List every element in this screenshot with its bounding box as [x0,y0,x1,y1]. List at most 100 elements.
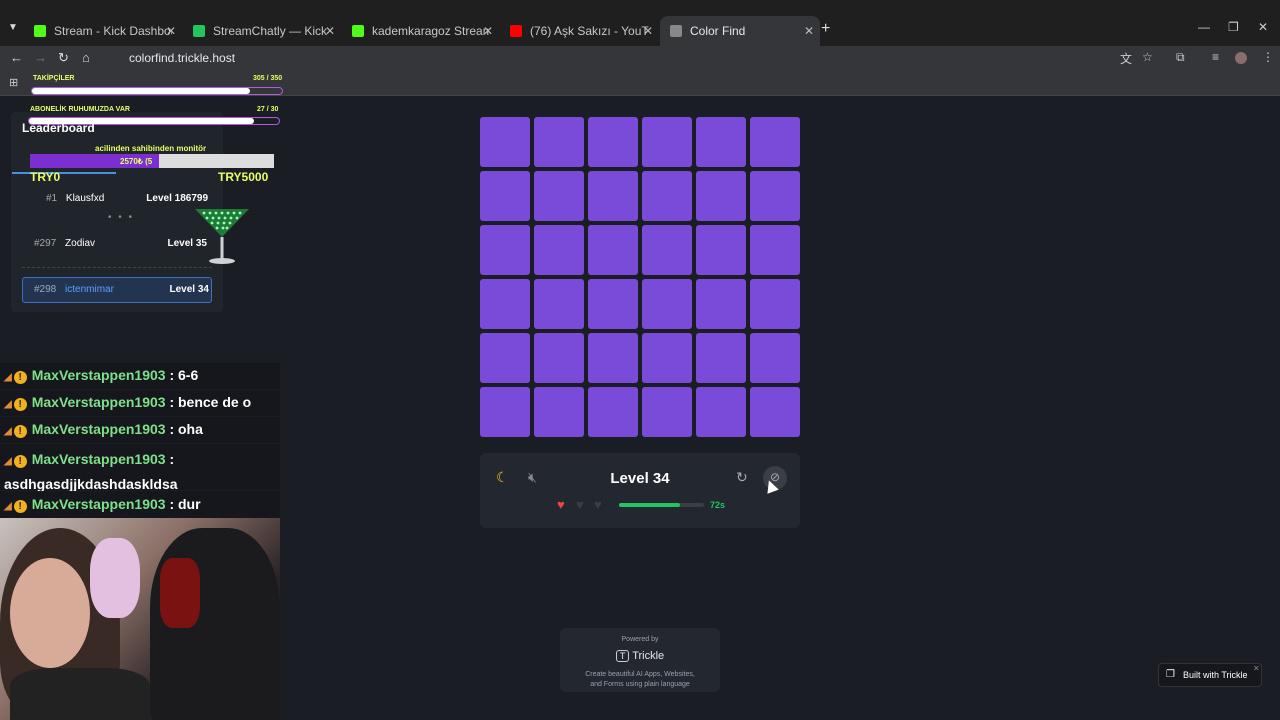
color-tile[interactable] [696,171,746,221]
browser-tab-bar: ▼ Stream - Kick Dashboard✕StreamChatly —… [0,0,1280,46]
color-tile[interactable] [534,387,584,437]
browser-tab[interactable]: Color Find ✕ [660,16,820,46]
donation-min: TRY0 [30,170,61,184]
translate-icon[interactable]: 文 [1120,50,1132,67]
tab-search-icon[interactable]: ▼ [8,22,18,33]
color-tile[interactable] [480,117,530,167]
rank: #298 [34,284,57,295]
color-tile[interactable] [750,333,800,383]
chair-accent [160,558,200,628]
color-tile[interactable] [588,279,638,329]
color-tile[interactable] [588,333,638,383]
player-level: Level 186799 [146,193,208,204]
color-tile[interactable] [642,387,692,437]
color-tile[interactable] [534,171,584,221]
color-tile[interactable] [588,171,638,221]
browser-tab[interactable]: Stream - Kick Dashboard✕ [24,16,182,46]
color-tile[interactable] [588,387,638,437]
time-progress-bar [619,503,704,507]
player-level: Level 34 [169,284,209,295]
rank: #1 [46,193,58,204]
maximize-button[interactable]: ❐ [1228,20,1239,34]
forward-icon[interactable]: → [34,50,47,65]
built-with-trickle-badge[interactable]: ❐ Built with Trickle [1158,663,1262,687]
tab-close-icon[interactable]: ✕ [804,24,814,38]
chat-text: : dur [165,496,201,512]
color-tile[interactable] [588,117,638,167]
new-tab-button[interactable]: + [821,20,830,38]
signal-icon: ◢ [4,372,12,383]
browser-tab[interactable]: StreamChatly — Kick Yayıncıları✕ [183,16,341,46]
chat-message: ◢! MaxVerstappen1903 : bence de o [0,390,280,416]
followers-label: TAKİPÇİLER [33,75,75,82]
warning-badge-icon: ! [13,398,27,411]
media-icon[interactable]: ≡ [1212,50,1219,64]
color-tile[interactable] [480,279,530,329]
color-tile[interactable] [642,279,692,329]
profile-avatar[interactable] [1235,52,1247,64]
color-tile[interactable] [480,171,530,221]
color-tile[interactable] [696,225,746,275]
subs-label: ABONELİK RUHUMUZDA VAR [30,106,130,113]
tab-title: kademkaragoz Stream - Watch [372,24,489,38]
leaderboard-ellipsis: • • • [108,212,135,223]
tab-title: Stream - Kick Dashboard [54,24,172,38]
donation-max: TRY5000 [218,170,269,184]
browser-tab[interactable]: kademkaragoz Stream - Watch✕ [342,16,499,46]
color-tile[interactable] [480,387,530,437]
color-tile[interactable] [534,333,584,383]
color-tile[interactable] [480,225,530,275]
heart-full-icon: ♥ [557,497,565,512]
bookmark-star-icon[interactable]: ☆ [1142,50,1153,64]
followers-count: 305 / 350 [253,75,283,82]
color-tile[interactable] [750,387,800,437]
color-tile[interactable] [750,117,800,167]
color-tile[interactable] [642,117,692,167]
color-tile[interactable] [480,333,530,383]
color-tile[interactable] [588,225,638,275]
built-with-label: Built with Trickle [1183,670,1248,680]
color-tile[interactable] [696,333,746,383]
color-tile[interactable] [750,171,800,221]
tab-close-icon[interactable]: ✕ [643,24,653,38]
color-tile[interactable] [642,333,692,383]
minimize-button[interactable]: — [1198,20,1210,34]
color-tile[interactable] [642,171,692,221]
headphones [90,538,140,618]
menu-icon[interactable]: ⋮ [1262,50,1274,64]
color-tile[interactable] [534,117,584,167]
color-tile[interactable] [696,117,746,167]
tab-close-icon[interactable]: ✕ [166,24,176,38]
browser-tab[interactable]: (76) Aşk Sakızı - YouTube✕ [500,16,659,46]
cocktail-glass-icon [195,209,249,264]
trickle-tagline: Create beautiful AI Apps, Websites, and … [585,671,695,688]
powered-by-card[interactable]: Powered by T Trickle Create beautiful AI… [560,628,720,692]
address-bar[interactable]: colorfind.trickle.host [105,48,1105,68]
color-tile[interactable] [750,279,800,329]
level-title: Level 34 [610,470,670,487]
color-tile[interactable] [696,279,746,329]
tab-close-icon[interactable]: ✕ [483,24,493,38]
apps-grid-icon[interactable]: ⊞ [9,76,18,89]
chat-username: MaxVerstappen1903 [31,451,166,467]
close-window-button[interactable]: ✕ [1258,20,1268,34]
color-tile[interactable] [750,225,800,275]
color-tile[interactable] [696,387,746,437]
refresh-icon[interactable]: ↻ [736,469,748,486]
home-icon[interactable]: ⌂ [82,50,90,65]
tab-close-icon[interactable]: ✕ [325,24,335,38]
back-icon[interactable]: ← [10,50,23,65]
reload-icon[interactable]: ↻ [58,50,69,66]
time-remaining: 72s [710,500,726,510]
color-tile[interactable] [534,279,584,329]
trickle-logo: T Trickle [560,650,720,662]
color-tile[interactable] [534,225,584,275]
chat-message: ◢! MaxVerstappen1903 : 6-6 [0,363,280,389]
person-face [10,558,90,668]
tab-favicon-icon [510,25,522,37]
signal-icon: ◢ [4,399,12,410]
close-badge-icon[interactable]: ✕ [1253,664,1260,673]
subs-count: 27 / 30 [257,106,279,113]
extensions-icon[interactable]: ⧉ [1176,50,1185,65]
color-tile[interactable] [642,225,692,275]
